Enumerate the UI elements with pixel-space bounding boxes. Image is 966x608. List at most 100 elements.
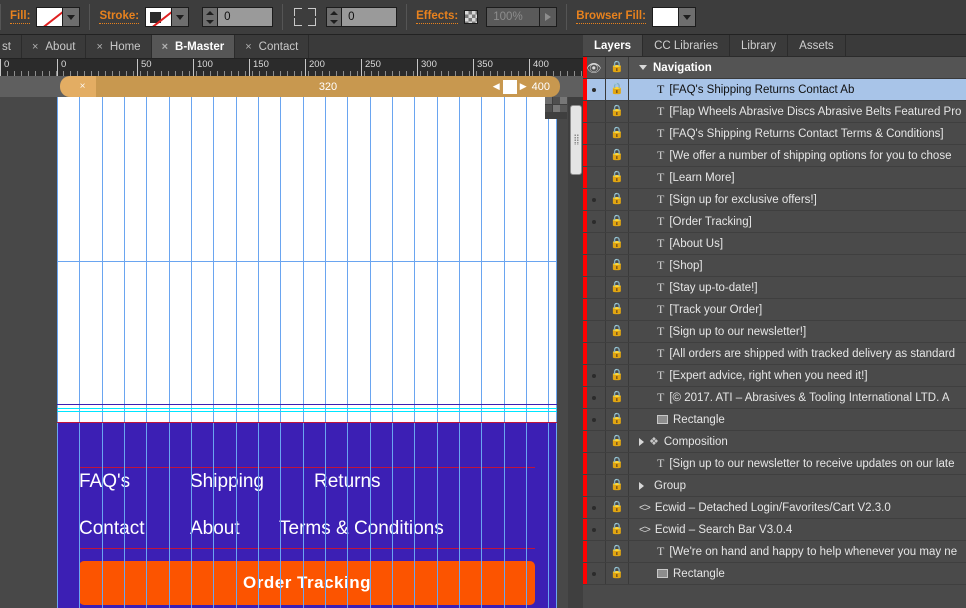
lock-icon[interactable]: 🔒: [610, 502, 624, 513]
layer-row[interactable]: 🔒 T [All orders are shipped with tracked d…: [583, 343, 966, 365]
layer-lock-toggle[interactable]: 🔒: [606, 343, 629, 364]
layer-row[interactable]: 🔒 T [© 2017. ATI – Abrasives & Tooling Int…: [583, 387, 966, 409]
scrollbar-thumb[interactable]: [570, 105, 582, 175]
lock-icon[interactable]: 🔒: [610, 458, 624, 469]
visibility-dot-icon[interactable]: [592, 417, 596, 422]
tab-st[interactable]: st: [0, 35, 22, 58]
footer-link-faqs[interactable]: FAQ's: [79, 471, 130, 493]
tab-about[interactable]: × About: [22, 35, 87, 58]
design-canvas[interactable]: FAQ's Shipping Returns Contact About Ter…: [0, 97, 583, 608]
panel-tab-layers[interactable]: Layers: [583, 35, 644, 56]
eye-icon[interactable]: 👁: [586, 62, 601, 74]
lock-icon[interactable]: 🔒: [610, 524, 624, 535]
footer-link-about[interactable]: About: [190, 518, 240, 540]
layer-lock-toggle[interactable]: 🔒: [606, 145, 629, 166]
layer-lock-toggle[interactable]: 🔒: [606, 123, 629, 144]
close-icon[interactable]: ×: [162, 41, 168, 53]
stepper-down-icon[interactable]: [330, 19, 339, 24]
stroke-weight-input[interactable]: 0: [217, 7, 274, 27]
lock-icon[interactable]: 🔒: [610, 436, 624, 447]
layer-row[interactable]: 🔒 Rectangle: [583, 563, 966, 585]
browser-fill-swatch[interactable]: [651, 7, 679, 27]
lock-icon[interactable]: 🔒: [610, 194, 624, 205]
layer-row[interactable]: 🔒 T [Sign up to our newsletter to receive …: [583, 453, 966, 475]
layer-lock-toggle[interactable]: 🔒: [606, 409, 629, 430]
layer-lock-toggle[interactable]: 🔒: [606, 541, 629, 562]
corner-radius-input[interactable]: 0: [341, 7, 398, 27]
lock-icon[interactable]: 🔒: [610, 172, 624, 183]
triangle-right-icon[interactable]: [639, 481, 644, 490]
breakpoint-chip-main[interactable]: 320 ◀ ▶ 400: [96, 76, 560, 97]
layer-lock-toggle[interactable]: 🔒: [606, 189, 629, 210]
stroke-swatch[interactable]: [145, 7, 173, 27]
corner-radius-stepper[interactable]: [326, 7, 342, 27]
lock-icon[interactable]: 🔒: [610, 216, 624, 227]
lock-icon[interactable]: 🔒: [610, 392, 624, 403]
layer-row[interactable]: 🔒 T [FAQ's Shipping Returns Contact Terms …: [583, 123, 966, 145]
stepper-up-icon[interactable]: [330, 10, 339, 15]
layer-lock-toggle[interactable]: 🔒: [606, 365, 629, 386]
layer-row[interactable]: 🔒 T [About Us]: [583, 233, 966, 255]
triangle-right-icon[interactable]: [639, 437, 644, 446]
layer-lock-toggle[interactable]: 🔒: [606, 211, 629, 232]
layer-lock-toggle[interactable]: 🔒: [606, 475, 629, 496]
stepper-up-icon[interactable]: [206, 10, 215, 15]
layer-lock-toggle[interactable]: 🔒: [606, 431, 629, 452]
lock-icon[interactable]: 🔒: [610, 568, 624, 579]
layer-lock-toggle[interactable]: 🔒: [606, 101, 629, 122]
lock-icon[interactable]: 🔒: [610, 62, 624, 73]
layer-lock-toggle[interactable]: 🔒: [606, 387, 629, 408]
layer-row[interactable]: 🔒 T [Stay up-to-date!]: [583, 277, 966, 299]
stepper-down-icon[interactable]: [206, 19, 215, 24]
lock-icon[interactable]: 🔒: [610, 414, 624, 425]
lock-icon[interactable]: 🔒: [610, 370, 624, 381]
visibility-dot-icon[interactable]: [592, 505, 596, 510]
footer-navigation-block[interactable]: FAQ's Shipping Returns Contact About Ter…: [57, 423, 557, 608]
layer-lock-toggle[interactable]: 🔒: [606, 79, 629, 100]
layer-row[interactable]: 🔒 T [We're on hand and happy to help whene…: [583, 541, 966, 563]
lock-icon[interactable]: 🔒: [610, 282, 624, 293]
layer-lock-toggle[interactable]: 🔒: [606, 321, 629, 342]
stroke-weight-stepper[interactable]: [202, 7, 218, 27]
layer-lock-toggle[interactable]: 🔒: [606, 519, 629, 540]
close-icon[interactable]: ×: [245, 41, 251, 53]
triangle-down-icon[interactable]: [639, 65, 647, 70]
arrow-left-icon[interactable]: ◀: [493, 81, 500, 92]
breakpoint-resize-handle[interactable]: ◀ ▶ 400: [493, 79, 550, 94]
layer-row[interactable]: 🔒 T [We offer a number of shipping options…: [583, 145, 966, 167]
layer-row[interactable]: 🔒 T [Flap Wheels Abrasive Discs Abrasive B…: [583, 101, 966, 123]
layer-row[interactable]: 🔒 <> Ecwid – Search Bar V3.0.4: [583, 519, 966, 541]
lock-icon[interactable]: 🔒: [610, 546, 624, 557]
lock-icon[interactable]: 🔒: [610, 326, 624, 337]
arrow-right-icon[interactable]: ▶: [520, 81, 527, 92]
order-tracking-button[interactable]: Order Tracking: [79, 561, 535, 605]
fill-swatch[interactable]: [36, 7, 64, 27]
lock-icon[interactable]: 🔒: [610, 84, 624, 95]
visibility-dot-icon[interactable]: [592, 197, 596, 202]
visibility-dot-icon[interactable]: [592, 571, 596, 576]
fill-dropdown-chevron-down-icon[interactable]: [63, 7, 81, 27]
lock-icon[interactable]: 🔒: [610, 150, 624, 161]
layer-row[interactable]: 🔒 T [Sign up for exclusive offers!]: [583, 189, 966, 211]
layer-lock-toggle[interactable]: 🔒: [606, 255, 629, 276]
visibility-dot-icon[interactable]: [592, 527, 596, 532]
page-artboard[interactable]: FAQ's Shipping Returns Contact About Ter…: [57, 97, 557, 608]
layer-row[interactable]: 🔒 T [Order Tracking]: [583, 211, 966, 233]
layer-row[interactable]: 🔒 Group: [583, 475, 966, 497]
lock-icon[interactable]: 🔒: [610, 106, 624, 117]
tab-b-master[interactable]: × B-Master: [151, 35, 236, 58]
layer-row[interactable]: 🔒 T [Sign up to our newsletter!]: [583, 321, 966, 343]
tab-home[interactable]: × Home: [86, 35, 152, 58]
layer-lock-toggle[interactable]: 🔒: [606, 167, 629, 188]
layer-lock-toggle[interactable]: 🔒: [606, 57, 629, 78]
canvas-vertical-scrollbar[interactable]: [568, 97, 583, 608]
close-icon[interactable]: ×: [32, 41, 38, 53]
visibility-dot-icon[interactable]: [592, 87, 596, 92]
panel-tab-assets[interactable]: Assets: [788, 35, 846, 56]
lock-icon[interactable]: 🔒: [610, 238, 624, 249]
lock-icon[interactable]: 🔒: [610, 304, 624, 315]
close-icon[interactable]: ×: [96, 41, 102, 53]
layer-row[interactable]: 🔒 T [Track your Order]: [583, 299, 966, 321]
browser-fill-dropdown-chevron-down-icon[interactable]: [678, 7, 696, 27]
layers-list[interactable]: 🔒 T [FAQ's Shipping Returns Contact Ab 🔒 T [F…: [583, 79, 966, 608]
